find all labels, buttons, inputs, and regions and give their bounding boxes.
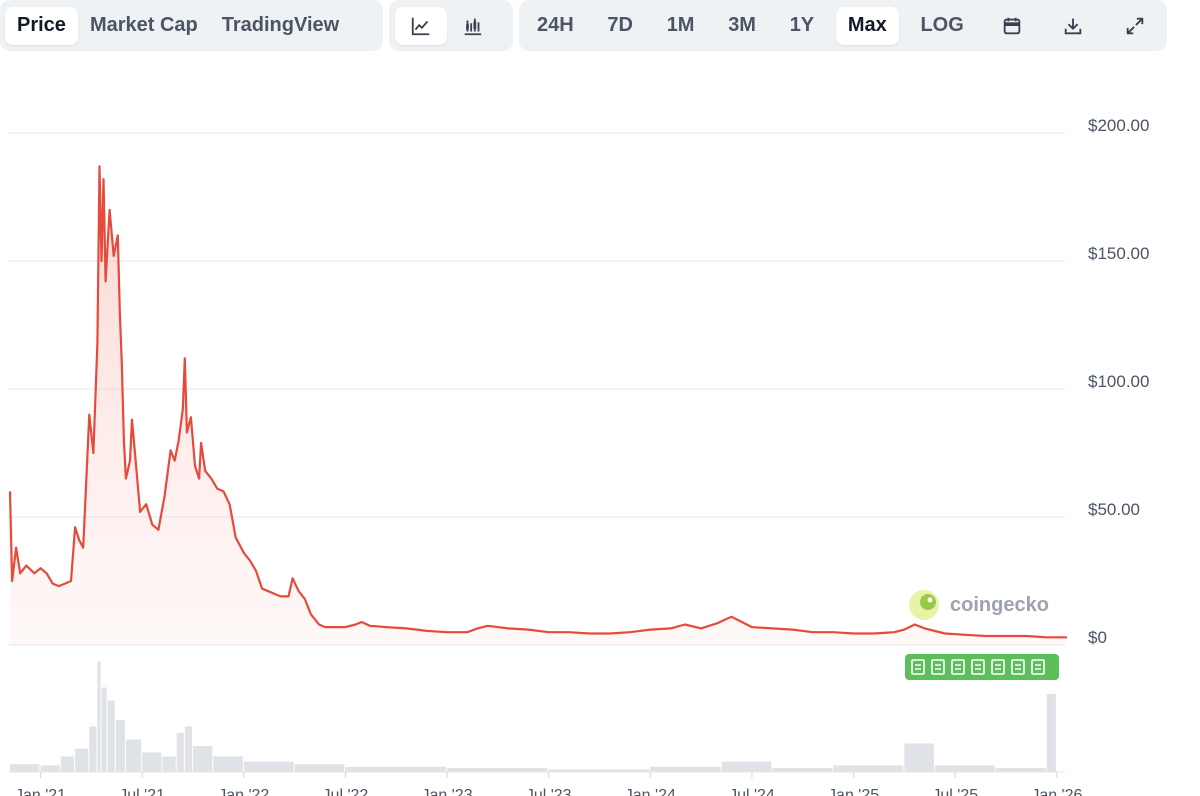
x-tick-label: Jul '22: [323, 787, 369, 796]
range-1m-button[interactable]: 1M: [655, 7, 707, 45]
download-icon: [1064, 18, 1082, 34]
x-tick-label: Jul '24: [729, 787, 775, 796]
volume-bar: [184, 726, 192, 772]
price-area: [10, 166, 1067, 646]
x-tick-label: Jul '23: [526, 787, 572, 796]
y-tick-label: $0: [1088, 628, 1107, 647]
volume-bar: [721, 761, 772, 772]
volume-bar: [833, 765, 904, 772]
event-badges[interactable]: [905, 654, 1059, 680]
tab-market-cap[interactable]: Market Cap: [78, 7, 210, 45]
volume-bar: [89, 726, 97, 772]
event-badge[interactable]: [905, 654, 1059, 680]
y-tick-label: $150.00: [1088, 244, 1149, 263]
volume-bar: [101, 687, 107, 772]
download-button[interactable]: [1047, 7, 1099, 45]
volume-bar: [243, 761, 294, 772]
chart-toolbar: Price Market Cap TradingView 24H 7D 1M 3…: [0, 0, 1200, 52]
volume-bars: [10, 661, 1056, 772]
volume-bar: [125, 739, 142, 772]
volume-bar: [995, 768, 1046, 772]
volume-bar: [934, 765, 995, 772]
volume-bar: [650, 766, 721, 772]
y-axis: $0 $50.00 $100.00 $150.00 $200.00: [1088, 116, 1149, 647]
volume-bar: [904, 743, 934, 772]
x-tick-label: Jan '21: [15, 787, 66, 796]
volume-bar: [115, 720, 125, 772]
tab-price[interactable]: Price: [5, 6, 78, 45]
volume-bar: [107, 700, 115, 772]
y-tick-label: $50.00: [1088, 500, 1140, 519]
volume-bar: [192, 746, 213, 772]
range-24h-button[interactable]: 24H: [525, 7, 586, 45]
volume-bar: [1046, 694, 1056, 772]
volume-bar: [75, 748, 89, 772]
view-tabs: Price Market Cap TradingView: [0, 0, 383, 51]
fullscreen-icon: [1126, 17, 1144, 34]
volume-bar: [10, 764, 40, 772]
log-scale-button[interactable]: LOG: [908, 7, 975, 45]
calendar-icon: [1003, 17, 1020, 34]
candlestick-chart-icon: [464, 18, 482, 35]
volume-bar: [40, 765, 60, 772]
x-tick-label: Jul '21: [119, 787, 165, 796]
y-tick-label: $200.00: [1088, 116, 1149, 135]
candlestick-chart-button[interactable]: [447, 7, 499, 45]
x-tick-label: Jan '25: [828, 787, 879, 796]
fullscreen-button[interactable]: [1109, 7, 1161, 45]
volume-bar: [162, 756, 176, 772]
volume-bar: [213, 756, 243, 772]
range-3m-button[interactable]: 3M: [716, 7, 768, 45]
price-chart: $0 $50.00 $100.00 $150.00 $200.00 Jan '21 Jul…: [8, 116, 1149, 796]
range-1y-button[interactable]: 1Y: [778, 7, 826, 45]
x-axis: Jan '21 Jul '21 Jan '22 Jul '22 Jan '23 Jul '…: [8, 771, 1083, 796]
x-tick-label: Jan '22: [218, 787, 269, 796]
line-chart-icon: [411, 17, 430, 35]
volume-bar: [60, 756, 75, 772]
coingecko-watermark: coingecko: [909, 590, 1049, 620]
range-7d-button[interactable]: 7D: [595, 7, 645, 45]
volume-bar: [294, 764, 345, 772]
volume-bar: [447, 768, 548, 772]
y-tick-label: $100.00: [1088, 372, 1149, 391]
volume-bar: [142, 752, 162, 772]
range-max-button[interactable]: Max: [835, 6, 899, 45]
volume-bar: [176, 733, 184, 772]
chart-type-toggle: [389, 0, 513, 51]
time-range-bar: 24H 7D 1M 3M 1Y Max LOG: [519, 0, 1167, 51]
date-picker-button[interactable]: [986, 7, 1038, 45]
x-tick-label: Jan '23: [422, 787, 473, 796]
tab-tradingview[interactable]: TradingView: [210, 7, 351, 45]
x-tick-label: Jan '26: [1031, 787, 1082, 796]
volume-bar: [772, 768, 833, 772]
volume-bar: [97, 661, 101, 772]
volume-bar: [345, 766, 447, 772]
x-tick-label: Jul '25: [932, 787, 978, 796]
watermark-text: coingecko: [950, 594, 1049, 616]
line-chart-button[interactable]: [395, 6, 447, 45]
x-tick-label: Jan '24: [625, 787, 676, 796]
